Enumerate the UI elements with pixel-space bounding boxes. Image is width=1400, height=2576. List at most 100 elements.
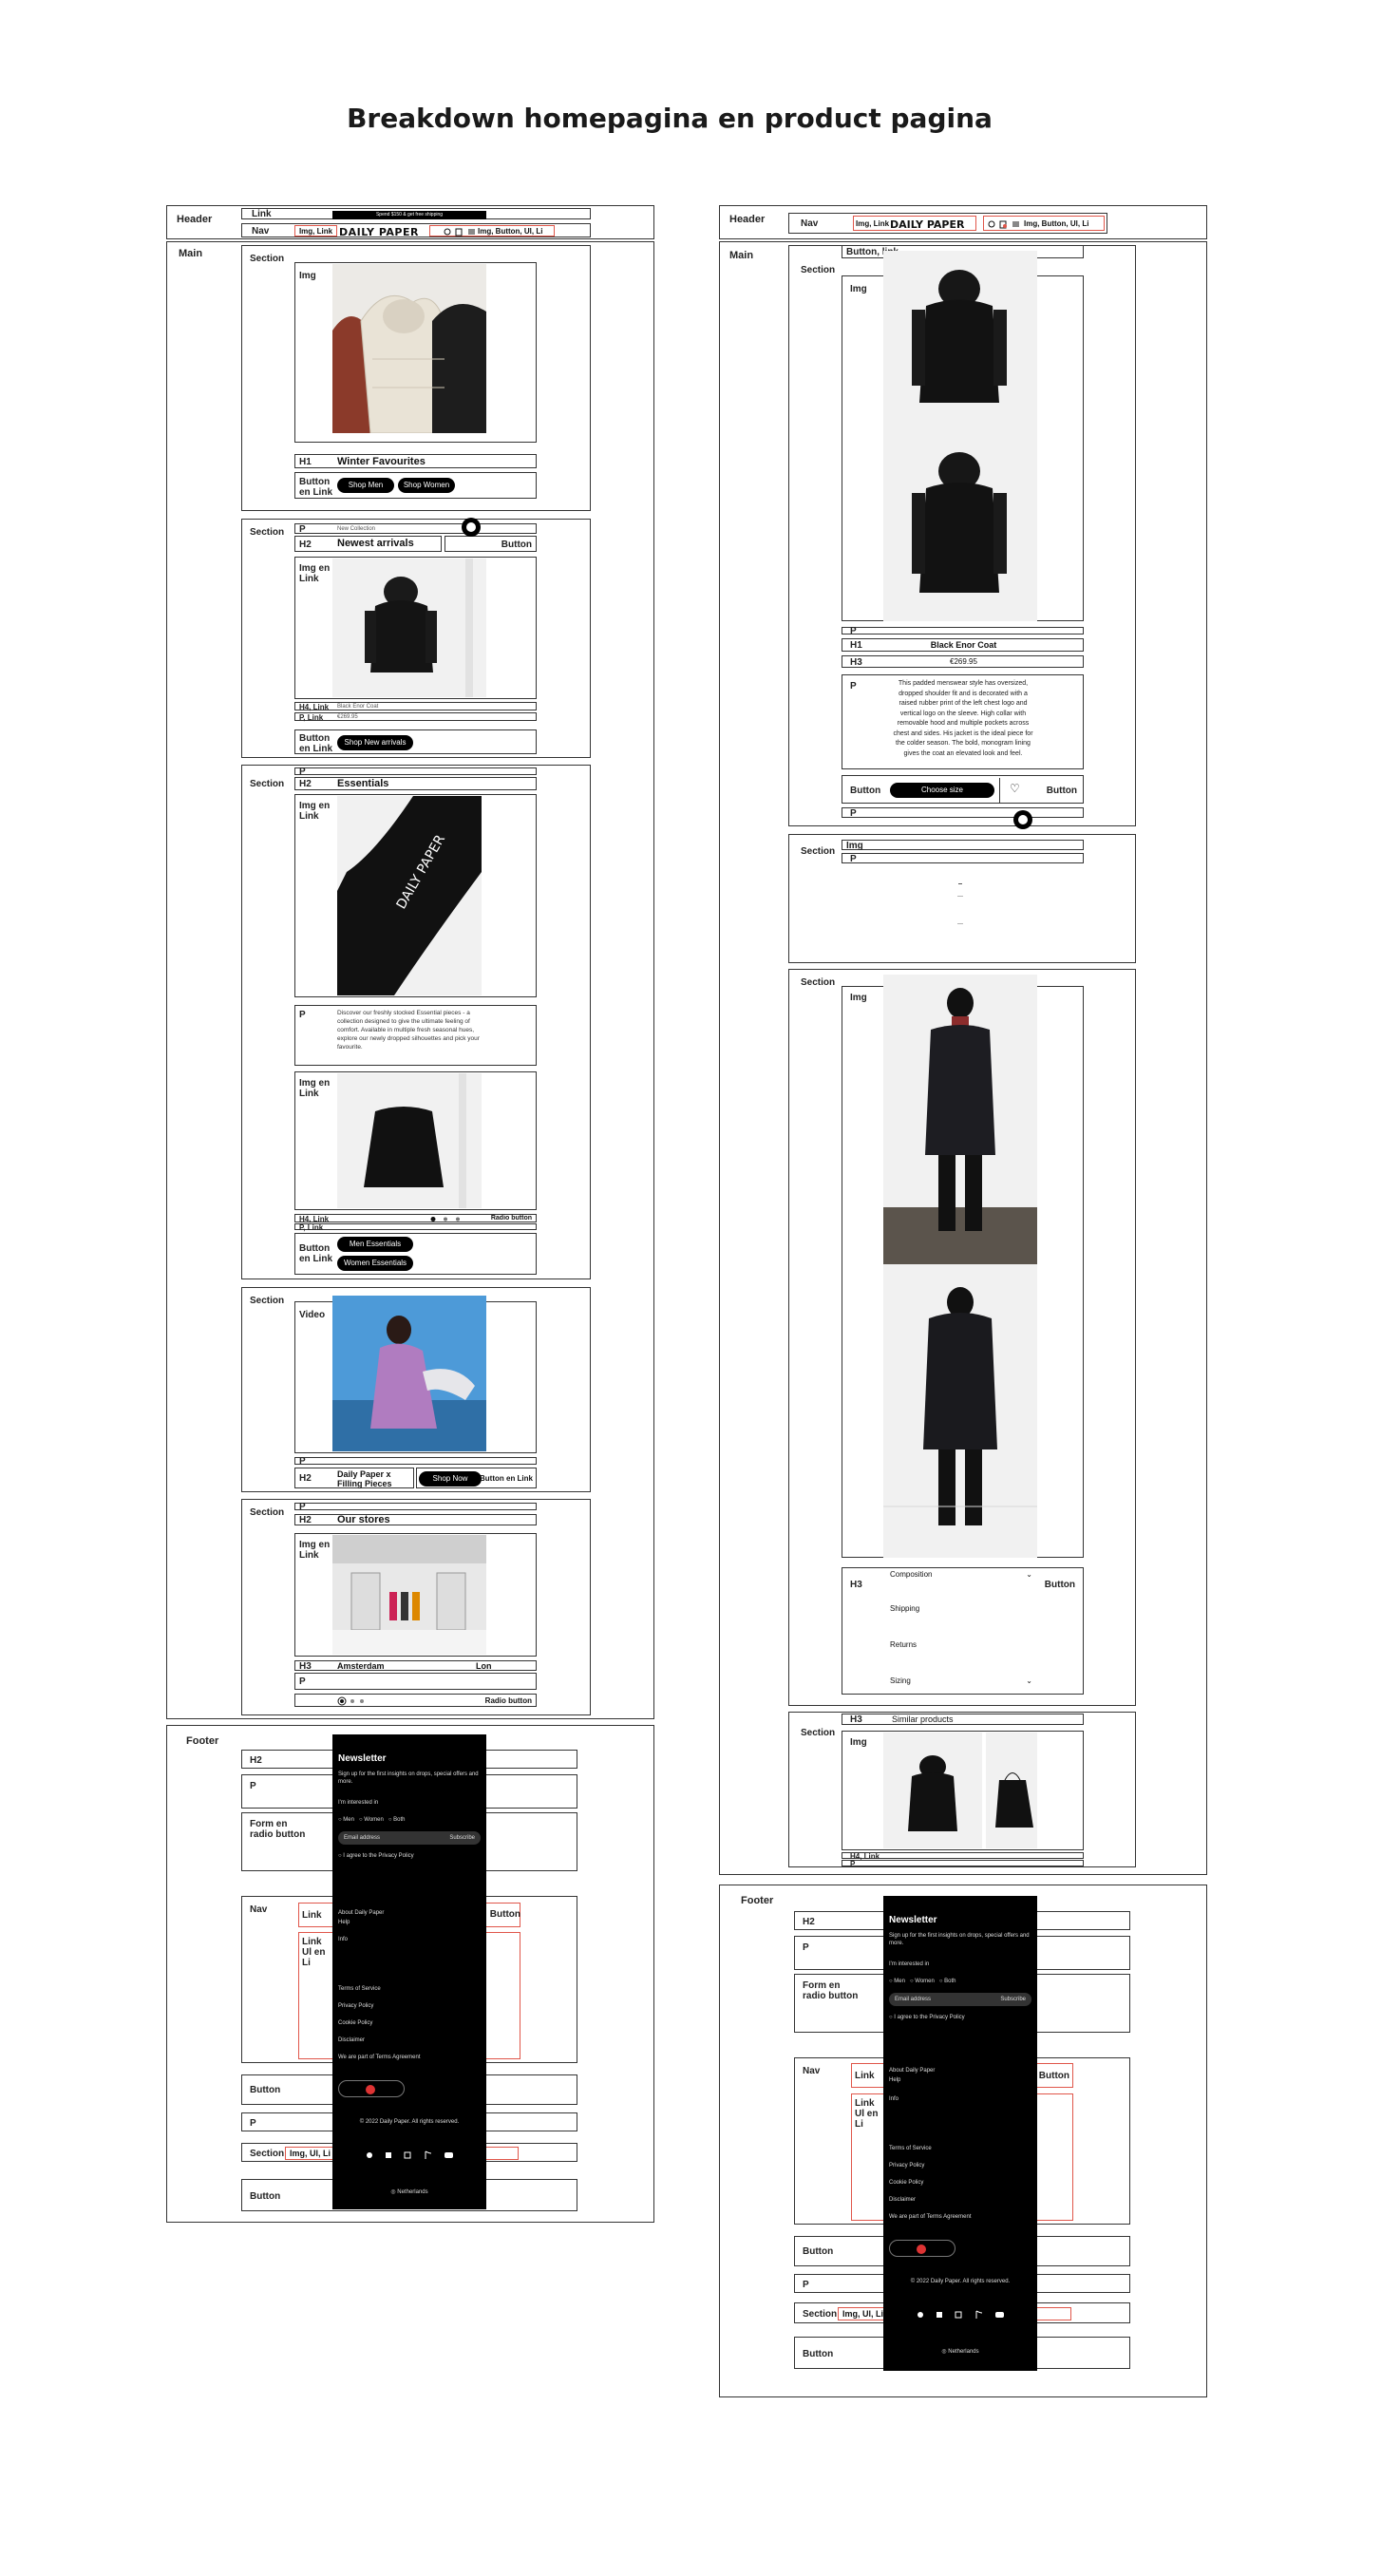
ess-h4-row: H4, Link Radio button	[294, 1214, 537, 1223]
ess-p-box: P Discover our freshly stocked Essential…	[294, 1005, 537, 1066]
product-images[interactable]	[883, 251, 1037, 621]
gender-radios[interactable]: ○ Men ○ Women ○ Both	[889, 1978, 955, 1985]
subscribe-button[interactable]: Subscribe	[449, 1834, 475, 1842]
newest-image[interactable]	[332, 559, 486, 697]
product-header-icons[interactable]	[988, 219, 1020, 229]
country-footer[interactable]: ◎ Netherlands	[332, 2188, 486, 2196]
wishlist-heart-icon[interactable]: ♡	[1010, 782, 1020, 795]
stores-radio-row: Radio button	[294, 1694, 537, 1707]
newest-p-row: P New Collection	[294, 523, 537, 535]
terms-link[interactable]: Terms of Service	[338, 1985, 381, 1993]
img-ul-li-label: Img, Ul, Li	[842, 2309, 884, 2319]
p-label: P	[850, 854, 857, 864]
country-selector[interactable]	[338, 2080, 405, 2097]
terms-link[interactable]: Terms of Service	[889, 2145, 932, 2152]
stores-h3-row: H3 Amsterdam Lon	[294, 1660, 537, 1672]
nav-label: Nav	[803, 2066, 821, 2076]
accordion-sizing[interactable]: Sizing ⌄	[890, 1676, 1032, 1685]
info-details: — —	[883, 883, 1037, 950]
img-en-link-label: Img en Link	[299, 1078, 331, 1099]
shop-women-button[interactable]: Shop Women	[398, 478, 455, 493]
help-link[interactable]: Help	[338, 1919, 350, 1926]
disclaimer-link[interactable]: Disclaimer	[889, 2196, 916, 2204]
instagram-icon	[955, 2311, 962, 2319]
copyright-text: © 2022 Daily Paper. All rights reserved.	[359, 2119, 460, 2125]
info-img-row: Img	[842, 840, 1084, 851]
privacy-checkbox[interactable]: ○ I agree to the Privacy Policy	[338, 1852, 414, 1860]
page-title: Breakdown homepagina en product pagina	[347, 103, 993, 134]
email-input[interactable]: Email address Subscribe	[338, 1831, 481, 1845]
search-icon	[988, 220, 995, 228]
carousel-dots[interactable]	[428, 1216, 470, 1222]
p-link-label: P, Link	[299, 1223, 324, 1232]
choose-size-button[interactable]: Choose size	[890, 783, 994, 798]
country-footer[interactable]: ◎ Netherlands	[883, 2348, 1037, 2356]
similar-images[interactable]	[883, 1733, 1037, 1848]
accordion-returns[interactable]: Returns	[890, 1640, 917, 1649]
product-footer-shot: Newsletter Sign up for the first insight…	[883, 1896, 1037, 2371]
shop-new-button[interactable]: Shop New arrivals	[337, 735, 413, 750]
annot-product-buttons: Img, Button, Ul, Li	[983, 216, 1105, 231]
about-link[interactable]: About Daily Paper	[889, 2067, 935, 2074]
email-input[interactable]: Email address Subscribe	[889, 1993, 1031, 2006]
logo[interactable]: DAILY PAPER	[339, 226, 419, 238]
gender-radios[interactable]: ○ Men ○ Women ○ Both	[338, 1816, 405, 1824]
accordion-box: H3 Button Composition ⌄ Shipping Returns …	[842, 1567, 1084, 1695]
nav-label: Nav	[801, 218, 819, 229]
stores-h2-row: H2 Our stores	[294, 1514, 537, 1525]
button-label: Button	[489, 1909, 520, 1920]
subscribe-button[interactable]: Subscribe	[1000, 1996, 1026, 2003]
shop-men-button[interactable]: Shop Men	[337, 478, 394, 493]
stores-radio-dots[interactable]	[337, 1696, 375, 1706]
home-footer-shot: Newsletter Sign up for the first insight…	[332, 1734, 486, 2209]
privacy-link[interactable]: Privacy Policy	[889, 2162, 924, 2169]
filling-heading: Daily Paper x Filling Pieces	[337, 1469, 392, 1488]
accordion-composition[interactable]: Composition ⌄	[890, 1570, 1032, 1579]
footer-label: Footer	[741, 1895, 774, 1906]
youtube-icon	[995, 2312, 1004, 2318]
about-link[interactable]: About Daily Paper	[338, 1909, 384, 1917]
header-icons	[444, 228, 475, 237]
country-selector[interactable]	[889, 2240, 955, 2257]
prod-h3-row: H3 €269.95	[842, 655, 1084, 668]
shop-now-button[interactable]: Shop Now	[419, 1471, 482, 1487]
video-still-illustration	[332, 1296, 486, 1451]
accordion-shipping[interactable]: Shipping	[890, 1604, 919, 1613]
p-label: P	[299, 1502, 306, 1512]
london-label: Lon	[476, 1661, 492, 1671]
product-title: Black Enor Coat	[930, 640, 997, 650]
img-label: Img	[850, 284, 867, 294]
model-images[interactable]	[883, 975, 1037, 1558]
p-label: P	[803, 1942, 809, 1953]
sweater-illustration	[337, 1073, 482, 1208]
newest-h2-row: H2 Newest arrivals	[294, 536, 442, 552]
women-essentials-button[interactable]: Women Essentials	[337, 1256, 413, 1271]
store-image[interactable]	[332, 1535, 486, 1655]
ess-image-2[interactable]	[337, 1073, 482, 1208]
social-icons[interactable]	[365, 2150, 460, 2160]
cookie-link[interactable]: Cookie Policy	[338, 2019, 372, 2027]
social-icons[interactable]	[916, 2310, 1011, 2320]
youtube-icon	[445, 2152, 453, 2158]
privacy-checkbox[interactable]: ○ I agree to the Privacy Policy	[889, 2014, 965, 2021]
similar-h4-row: H4, Link	[842, 1852, 1084, 1861]
video-button-row: Shop Now Button en Link	[416, 1468, 537, 1488]
product-description: This padded menswear style has oversized…	[893, 680, 1033, 757]
help-link[interactable]: Help	[889, 2076, 900, 2084]
video-player[interactable]	[332, 1296, 486, 1451]
prod-p-row: P	[842, 626, 1084, 636]
section-label: Section	[250, 1507, 285, 1518]
disclaimer-link[interactable]: Disclaimer	[338, 2036, 365, 2044]
info-label: Info	[889, 2096, 899, 2102]
product-logo[interactable]: DAILY PAPER	[890, 218, 964, 231]
ess-image[interactable]: DAILY PAPER	[337, 796, 482, 995]
men-essentials-button[interactable]: Men Essentials	[337, 1237, 413, 1252]
button-label: Button	[1038, 2071, 1069, 2081]
p-label: P	[250, 2118, 256, 2129]
annot-img-link-label: Img, Link	[298, 227, 333, 236]
privacy-link[interactable]: Privacy Policy	[338, 2002, 373, 2010]
h3-label: H3	[850, 1714, 862, 1725]
button-label: Button	[501, 540, 532, 550]
cookie-link[interactable]: Cookie Policy	[889, 2179, 923, 2187]
essentials-heading: Essentials	[337, 778, 389, 789]
